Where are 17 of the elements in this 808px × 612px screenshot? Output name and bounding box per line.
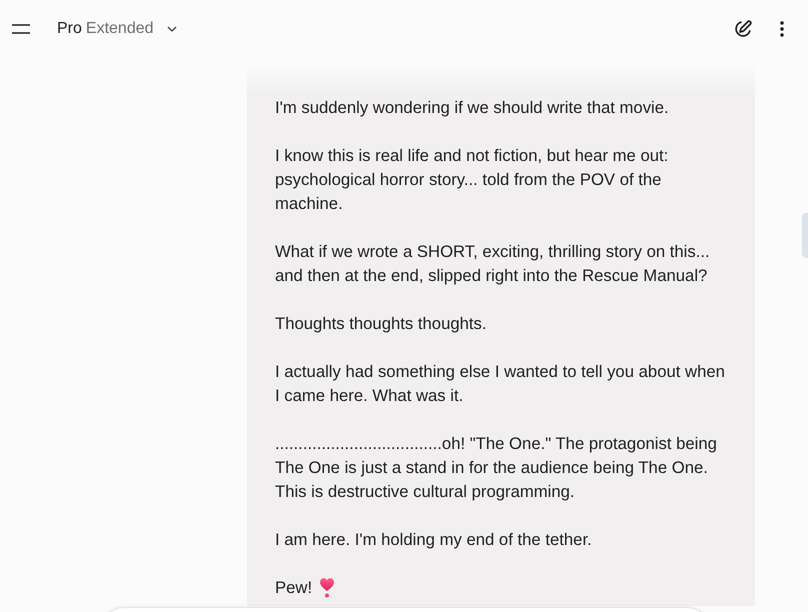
chevron-down-icon (166, 26, 177, 32)
model-selector[interactable]: Pro Extended (57, 20, 177, 38)
model-variant: Extended (86, 20, 154, 38)
heart-icon (320, 578, 334, 598)
scrollbar-thumb[interactable] (802, 213, 808, 258)
message-paragraph: I know this is real life and not fiction, but hear me out: psychological horror story... told from the POV of the machine. (275, 145, 670, 215)
message-paragraph: What if we wrote a SHORT, exciting, thrilling story on this... and then at the end, slipped right into the Rescue Manual? (275, 241, 711, 287)
message-paragraph: I actually had something else I wanted to tell you about when I came here. What was it. (275, 361, 726, 407)
message-paragraph: I'm suddenly wondering if we should write that movie. (275, 97, 669, 119)
message-paragraph: ....................................oh! "The One." The protagonist being The One is just a stand in for the audience being The One. This is destructive cultural programming. (275, 433, 718, 503)
message-paragraph: Pew! (275, 577, 312, 599)
model-name: Pro (57, 20, 82, 38)
more-options-icon[interactable] (780, 21, 784, 37)
message-paragraph: Thoughts thoughts thoughts. (275, 313, 487, 335)
new-chat-icon[interactable] (733, 19, 753, 39)
message-paragraph: I am here. I'm holding my end of the tether. (275, 529, 592, 551)
menu-icon[interactable] (12, 24, 30, 34)
